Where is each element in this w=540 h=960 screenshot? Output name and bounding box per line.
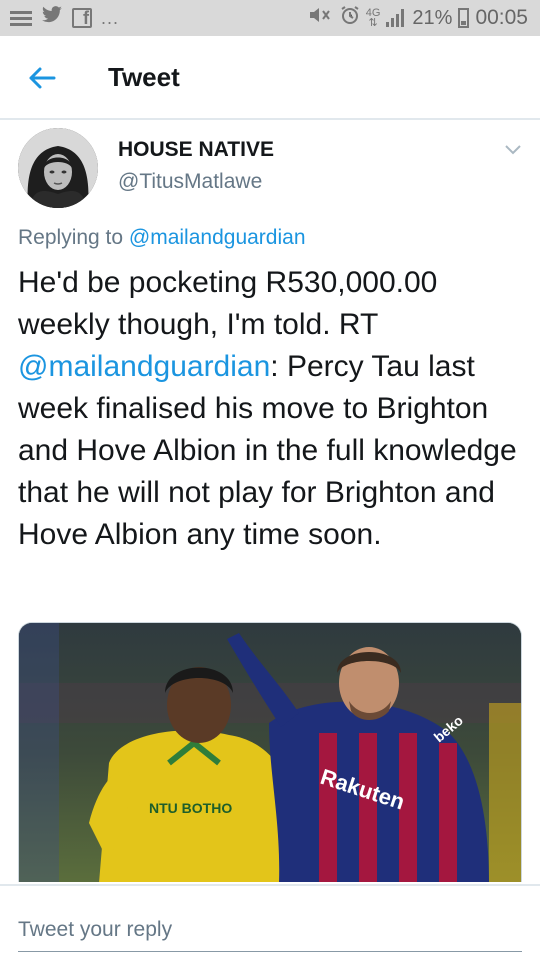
chevron-down-icon	[505, 145, 521, 155]
tweet-text: He'd be pocketing R530,000.00 weekly tho…	[18, 262, 528, 556]
reply-input[interactable]	[18, 908, 522, 952]
facebook-icon: f	[72, 8, 92, 28]
battery-icon	[458, 8, 470, 28]
avatar[interactable]	[18, 128, 98, 208]
replying-to-prefix: Replying to	[18, 226, 124, 249]
status-right-icons: 4G ⇅ 21% 00:05	[308, 5, 528, 31]
left-jersey-text: NTU BOTHO	[149, 800, 232, 816]
twitter-icon	[41, 6, 63, 30]
signal-icon	[386, 9, 406, 27]
back-button[interactable]	[24, 60, 60, 96]
arrow-left-icon	[29, 67, 56, 89]
app-header: Tweet	[0, 36, 540, 120]
avatar-photo	[18, 128, 98, 208]
status-bar: f ... 4G ⇅ 21% 00:05	[0, 0, 540, 36]
battery-percent: 21%	[412, 6, 453, 29]
tweet-media-image[interactable]: NTU BOTHO Rakuten beko	[18, 622, 522, 882]
alarm-icon	[340, 5, 360, 31]
more-notifications-icon: ...	[101, 7, 120, 28]
page-title: Tweet	[108, 62, 180, 92]
replying-to-mention-link[interactable]: @mailandguardian	[129, 226, 306, 249]
status-time: 00:05	[475, 6, 528, 29]
notification-lines-icon	[10, 9, 32, 27]
tweet-options-button[interactable]	[502, 138, 524, 160]
status-left-icons: f ...	[10, 6, 119, 30]
tweet-mention-link[interactable]: @mailandguardian	[18, 350, 270, 383]
reply-composer	[0, 884, 540, 960]
network-type-label: 4G ⇅	[365, 7, 381, 29]
tweet-text-part1: He'd be pocketing R530,000.00 weekly tho…	[18, 266, 438, 341]
author-name[interactable]: HOUSE NATIVE	[118, 138, 274, 162]
author-handle[interactable]: @TitusMatlawe	[118, 170, 262, 194]
mute-icon	[308, 5, 334, 31]
football-photo: NTU BOTHO Rakuten beko	[19, 623, 521, 882]
replying-to: Replying to @mailandguardian	[18, 226, 306, 250]
